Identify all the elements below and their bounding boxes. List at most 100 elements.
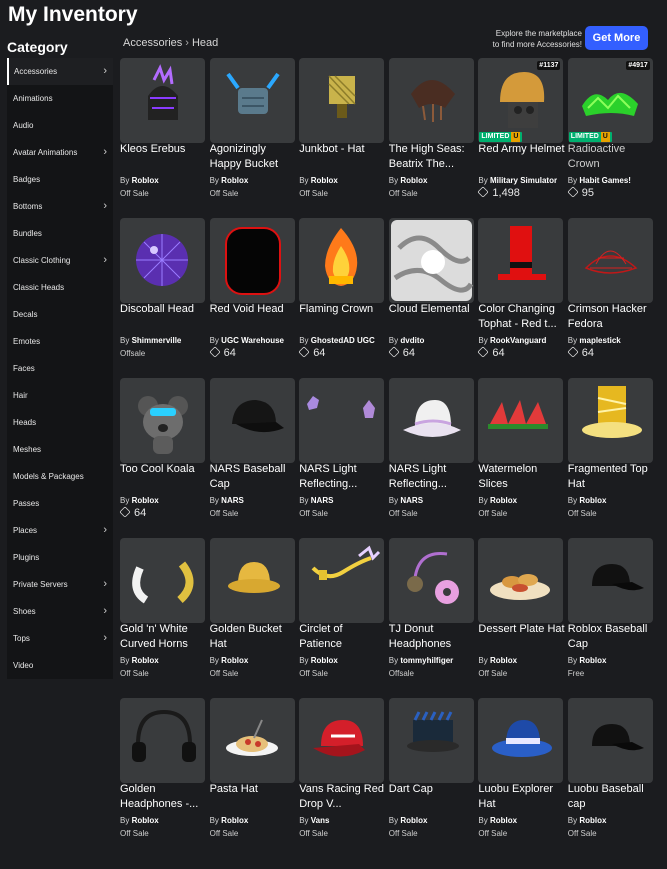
- sidebar-item-models-packages[interactable]: Models & Packages: [7, 463, 113, 490]
- item-name[interactable]: NARS Light Reflecting...: [389, 462, 477, 492]
- item-thumbnail[interactable]: [299, 58, 385, 143]
- sidebar-item-audio[interactable]: Audio: [7, 112, 113, 139]
- item-name[interactable]: Golden Headphones -...: [120, 782, 208, 812]
- item-thumbnail[interactable]: [388, 58, 474, 143]
- item-thumbnail[interactable]: [209, 378, 295, 463]
- item-name[interactable]: Too Cool Koala: [120, 462, 208, 492]
- item-name[interactable]: Radioactive Crown: [568, 142, 656, 172]
- item-name[interactable]: Flaming Crown: [299, 302, 387, 332]
- item-name[interactable]: Discoball Head: [120, 302, 208, 332]
- sidebar-item-plugins[interactable]: Plugins: [7, 544, 113, 571]
- item-thumbnail[interactable]: [120, 538, 205, 623]
- sidebar-item-shoes[interactable]: Shoes ›: [7, 598, 113, 625]
- breadcrumb-parent[interactable]: Accessories: [123, 37, 182, 49]
- item-name[interactable]: Red Void Head: [210, 302, 298, 332]
- sidebar-item-hair[interactable]: Hair: [7, 382, 113, 409]
- creator-link[interactable]: UGC Warehouse: [221, 336, 284, 345]
- item-name[interactable]: Luobu Baseball cap: [568, 782, 656, 812]
- item-name[interactable]: Junkbot - Hat: [299, 142, 387, 172]
- item-name[interactable]: Pasta Hat: [210, 782, 298, 812]
- item-thumbnail[interactable]: [567, 378, 653, 463]
- item-thumbnail[interactable]: [120, 698, 205, 783]
- item-thumbnail[interactable]: #4917 LIMITED U: [567, 58, 653, 143]
- creator-link[interactable]: Roblox: [400, 816, 427, 825]
- sidebar-item-emotes[interactable]: Emotes: [7, 328, 113, 355]
- item-name[interactable]: Dart Cap: [389, 782, 477, 812]
- creator-link[interactable]: Roblox: [221, 816, 248, 825]
- item-name[interactable]: Golden Bucket Hat: [210, 622, 298, 652]
- item-thumbnail[interactable]: [120, 58, 205, 143]
- sidebar-item-private-servers[interactable]: Private Servers ›: [7, 571, 113, 598]
- creator-link[interactable]: NARS: [311, 496, 334, 505]
- item-name[interactable]: Fragmented Top Hat: [568, 462, 656, 492]
- sidebar-item-tops[interactable]: Tops ›: [7, 625, 113, 652]
- creator-link[interactable]: Roblox: [132, 656, 159, 665]
- item-name[interactable]: Circlet of Patience: [299, 622, 387, 652]
- sidebar-item-passes[interactable]: Passes: [7, 490, 113, 517]
- creator-link[interactable]: Shimmerville: [132, 336, 182, 345]
- item-thumbnail[interactable]: [567, 698, 653, 783]
- item-thumbnail[interactable]: [299, 378, 385, 463]
- creator-link[interactable]: Roblox: [579, 496, 606, 505]
- creator-link[interactable]: Roblox: [132, 496, 159, 505]
- item-name[interactable]: Watermelon Slices: [478, 462, 566, 492]
- creator-link[interactable]: Roblox: [132, 816, 159, 825]
- item-name[interactable]: Color Changing Tophat - Red t...: [478, 302, 566, 332]
- item-thumbnail[interactable]: [120, 378, 205, 463]
- item-name[interactable]: NARS Baseball Cap: [210, 462, 298, 492]
- creator-link[interactable]: Roblox: [221, 176, 248, 185]
- creator-link[interactable]: Roblox: [579, 656, 606, 665]
- creator-link[interactable]: Roblox: [490, 816, 517, 825]
- creator-link[interactable]: tommyhilfiger: [400, 656, 453, 665]
- item-name[interactable]: Gold 'n' White Curved Horns: [120, 622, 208, 652]
- item-name[interactable]: Luobu Explorer Hat: [478, 782, 566, 812]
- creator-link[interactable]: dvdito: [400, 336, 424, 345]
- sidebar-item-classic-heads[interactable]: Classic Heads: [7, 274, 113, 301]
- item-thumbnail[interactable]: [299, 698, 385, 783]
- item-thumbnail[interactable]: [478, 698, 564, 783]
- sidebar-item-avatar-animations[interactable]: Avatar Animations ›: [7, 139, 113, 166]
- creator-link[interactable]: Roblox: [490, 496, 517, 505]
- item-thumbnail[interactable]: [388, 538, 474, 623]
- sidebar-item-accessories[interactable]: Accessories ›: [7, 58, 113, 85]
- creator-link[interactable]: Roblox: [311, 656, 338, 665]
- creator-link[interactable]: Roblox: [400, 176, 427, 185]
- item-thumbnail[interactable]: [478, 538, 564, 623]
- item-name[interactable]: Agonizingly Happy Bucket: [210, 142, 298, 172]
- creator-link[interactable]: GhostedAD UGC: [311, 336, 375, 345]
- item-thumbnail[interactable]: [388, 218, 474, 303]
- get-more-button[interactable]: Get More: [585, 26, 648, 50]
- item-name[interactable]: Cloud Elemental: [389, 302, 477, 332]
- item-thumbnail[interactable]: [299, 538, 385, 623]
- item-thumbnail[interactable]: [120, 218, 205, 303]
- item-thumbnail[interactable]: #1137 LIMITED U: [478, 58, 564, 143]
- sidebar-item-animations[interactable]: Animations: [7, 85, 113, 112]
- item-thumbnail[interactable]: [567, 218, 653, 303]
- item-name[interactable]: Red Army Helmet: [478, 142, 566, 172]
- item-name[interactable]: Roblox Baseball Cap: [568, 622, 656, 652]
- item-name[interactable]: Crimson Hacker Fedora: [568, 302, 656, 332]
- item-thumbnail[interactable]: [478, 218, 564, 303]
- sidebar-item-faces[interactable]: Faces: [7, 355, 113, 382]
- creator-link[interactable]: Vans: [311, 816, 330, 825]
- item-name[interactable]: Vans Racing Red Drop V...: [299, 782, 387, 812]
- item-thumbnail[interactable]: [567, 538, 653, 623]
- sidebar-item-meshes[interactable]: Meshes: [7, 436, 113, 463]
- creator-link[interactable]: maplestick: [579, 336, 620, 345]
- sidebar-item-badges[interactable]: Badges: [7, 166, 113, 193]
- creator-link[interactable]: Roblox: [311, 176, 338, 185]
- item-name[interactable]: Dessert Plate Hat: [478, 622, 566, 652]
- item-thumbnail[interactable]: [209, 698, 295, 783]
- sidebar-item-classic-clothing[interactable]: Classic Clothing ›: [7, 247, 113, 274]
- item-name[interactable]: NARS Light Reflecting...: [299, 462, 387, 492]
- item-thumbnail[interactable]: [209, 58, 295, 143]
- item-thumbnail[interactable]: [209, 538, 295, 623]
- creator-link[interactable]: Roblox: [132, 176, 159, 185]
- creator-link[interactable]: Roblox: [221, 656, 248, 665]
- sidebar-item-places[interactable]: Places ›: [7, 517, 113, 544]
- item-thumbnail[interactable]: [209, 218, 295, 303]
- sidebar-item-bottoms[interactable]: Bottoms ›: [7, 193, 113, 220]
- creator-link[interactable]: Roblox: [579, 816, 606, 825]
- sidebar-item-decals[interactable]: Decals: [7, 301, 113, 328]
- item-name[interactable]: Kleos Erebus: [120, 142, 208, 172]
